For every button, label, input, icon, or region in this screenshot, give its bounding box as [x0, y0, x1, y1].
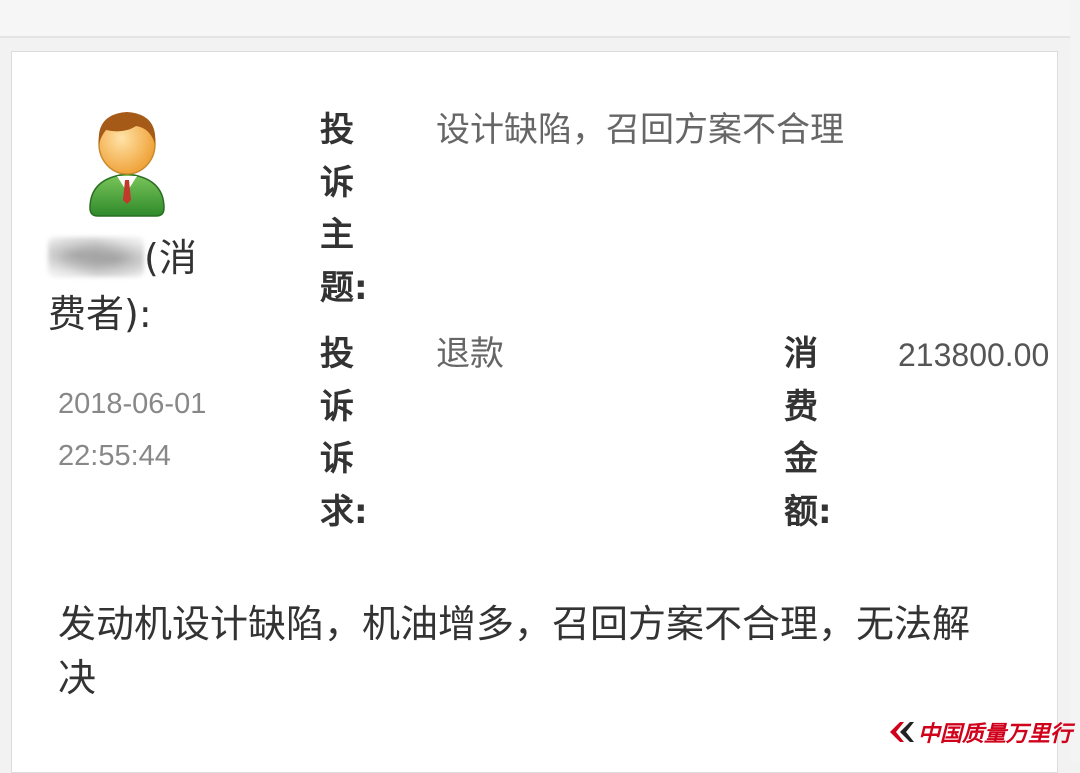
top-bar	[0, 0, 1080, 38]
complaint-description: 发动机设计缺陷，机油增多，召回方案不合理，无法解决	[58, 597, 998, 705]
watermark-text: 中国质量万里行	[918, 716, 1072, 748]
request-value: 退款	[436, 328, 636, 381]
complaint-card: (消费者): 2018-06-01 22:55:44 投 诉 主 题: 设计缺陷…	[11, 51, 1058, 773]
watermark: 中国质量万里行	[888, 716, 1072, 748]
request-label: 投 诉 诉 求:	[320, 328, 370, 538]
user-avatar-icon	[84, 108, 170, 218]
complaint-time: 22:55:44	[58, 440, 171, 473]
amount-label: 消 费 金 额:	[784, 328, 834, 538]
complaint-date: 2018-06-01	[58, 388, 206, 421]
subject-label: 投 诉 主 题:	[320, 104, 370, 314]
brand-logo-icon	[888, 720, 914, 744]
subject-value: 设计缺陷，召回方案不合理	[436, 104, 856, 157]
redacted-name	[48, 237, 144, 277]
user-name: (消费者):	[48, 230, 218, 342]
amount-value: 213800.00	[898, 330, 1056, 380]
page-edge	[1070, 0, 1080, 762]
